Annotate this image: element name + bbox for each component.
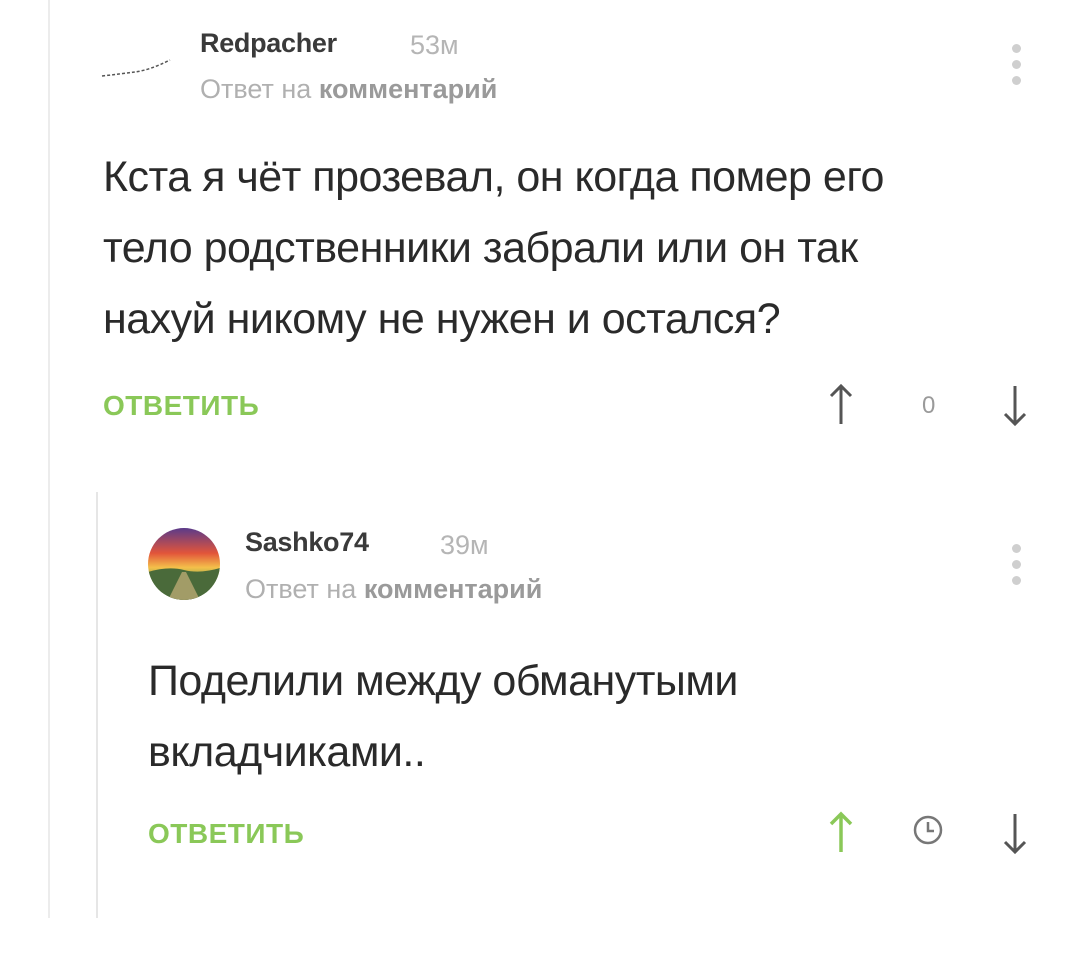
comment-line: тело родственники забрали или он так [103, 224, 858, 272]
more-vertical-icon[interactable] [1006, 44, 1026, 94]
arrow-down-icon[interactable] [1000, 382, 1030, 428]
more-vertical-icon[interactable] [1006, 544, 1026, 594]
clock-icon [913, 815, 943, 845]
reply-to-link[interactable]: Ответ на комментарий [245, 574, 542, 605]
comment-line: Поделили между обманутыми [148, 657, 738, 705]
rating-count: 0 [922, 392, 936, 419]
avatar[interactable] [100, 42, 180, 82]
comment-body: Кста я чёт прозевал, он когда помер его … [103, 142, 884, 355]
arrow-up-icon[interactable] [826, 810, 856, 856]
arrow-down-icon[interactable] [1000, 810, 1030, 856]
username[interactable]: Redpacher [200, 28, 337, 59]
timestamp: 39м [440, 530, 489, 560]
thread-line [48, 0, 50, 918]
username[interactable]: Sashko74 [245, 527, 369, 558]
reply-thread-line [96, 492, 98, 918]
arrow-up-icon[interactable] [826, 382, 856, 428]
reply-to-link[interactable]: Ответ на комментарий [200, 74, 497, 105]
reply-to-target[interactable]: комментарий [364, 574, 543, 604]
reply-button[interactable]: ОТВЕТИТЬ [148, 818, 304, 850]
avatar[interactable] [148, 528, 220, 600]
comment-line: нахуй никому не нужен и остался? [103, 295, 781, 343]
reply-to-target[interactable]: комментарий [319, 74, 498, 104]
comment-line: вкладчиками.. [148, 728, 426, 776]
comment-body: Поделили между обманутыми вкладчиками.. [148, 646, 738, 788]
comment-line: Кста я чёт прозевал, он когда помер его [103, 153, 884, 201]
timestamp: 53м [410, 30, 459, 60]
reply-button[interactable]: ОТВЕТИТЬ [103, 390, 259, 422]
reply-to-prefix: Ответ на [200, 74, 312, 104]
reply-to-prefix: Ответ на [245, 574, 357, 604]
